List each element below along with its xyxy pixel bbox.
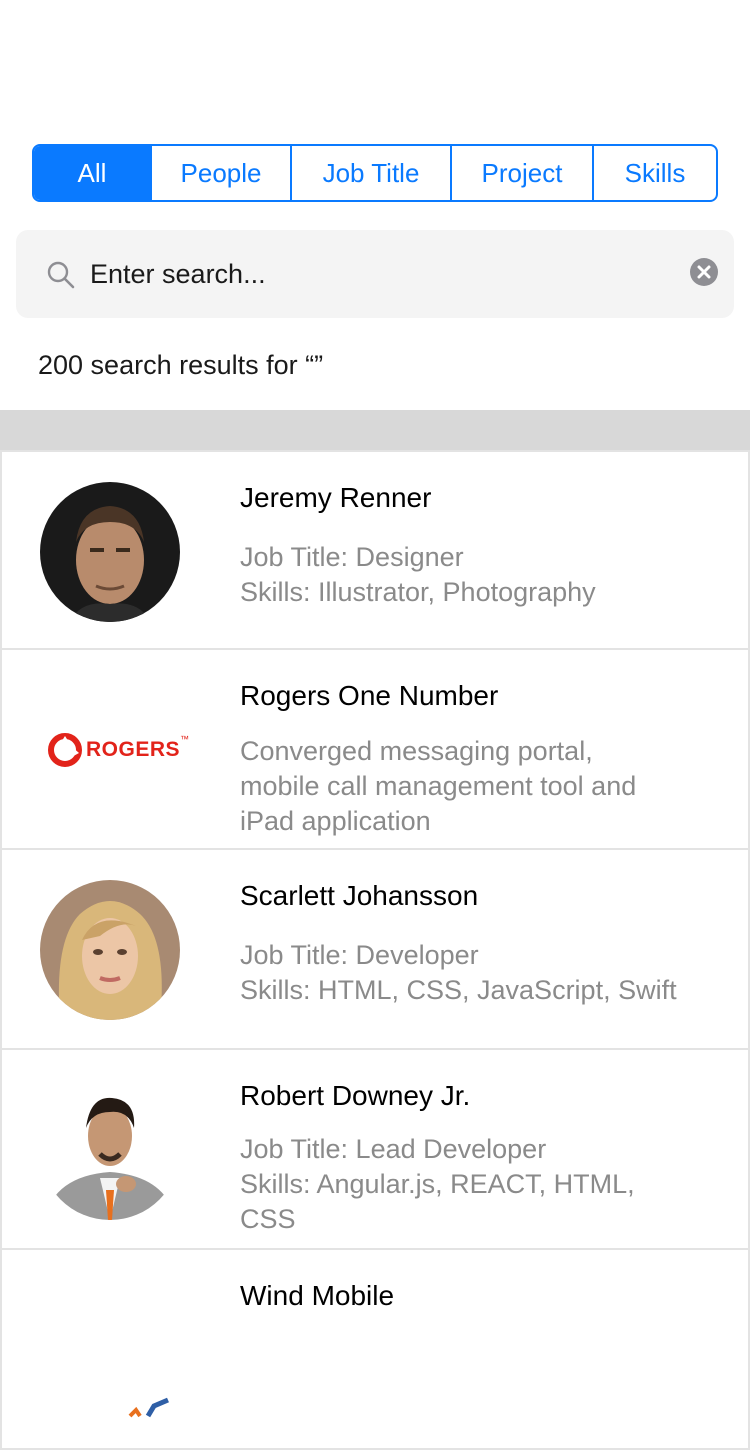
result-title: Robert Downey Jr. xyxy=(240,1080,471,1111)
trademark-mark: ™ xyxy=(180,734,190,744)
list-item[interactable]: Wind Mobile xyxy=(0,1250,750,1450)
avatar xyxy=(40,482,180,622)
result-title: Scarlett Johansson xyxy=(240,880,479,911)
result-details: Job Title: Lead Developer Skills: Angula… xyxy=(240,1134,635,1234)
search-bar xyxy=(16,230,734,318)
list-item[interactable]: Scarlett Johansson Job Title: Developer … xyxy=(0,850,750,1050)
clear-search-icon[interactable] xyxy=(689,257,719,287)
list-item[interactable]: Robert Downey Jr. Job Title: Lead Develo… xyxy=(0,1050,750,1250)
rogers-swirl-icon xyxy=(48,733,82,767)
results-summary: 200 search results for “” xyxy=(38,350,324,380)
rogers-wordmark: ROGERS xyxy=(86,738,181,761)
result-details: Job Title: Designer Skills: Illustrator,… xyxy=(240,542,596,607)
result-title: Jeremy Renner xyxy=(240,482,432,513)
result-details: Job Title: Developer Skills: HTML, CSS, … xyxy=(240,940,677,1005)
avatar xyxy=(40,1080,180,1220)
results-list: Jeremy Renner Job Title: Designer Skills… xyxy=(0,450,750,1450)
result-title: Rogers One Number xyxy=(240,680,499,711)
list-item[interactable]: ROGERS ™ Rogers One Number Converged mes… xyxy=(0,650,750,850)
tab-all[interactable]: All xyxy=(34,146,152,200)
result-title: Wind Mobile xyxy=(240,1280,395,1311)
section-divider xyxy=(0,410,750,450)
tab-project[interactable]: Project xyxy=(452,146,594,200)
list-item[interactable]: Jeremy Renner Job Title: Designer Skills… xyxy=(0,450,750,650)
avatar xyxy=(40,880,180,1020)
filter-segmented-control: All People Job Title Project Skills xyxy=(32,144,718,202)
tab-people[interactable]: People xyxy=(152,146,292,200)
search-input[interactable] xyxy=(90,252,690,296)
tab-skills[interactable]: Skills xyxy=(594,146,716,200)
wind-mobile-logo xyxy=(40,1280,200,1420)
search-icon xyxy=(47,261,75,289)
tab-job-title[interactable]: Job Title xyxy=(292,146,452,200)
result-details: Converged messaging portal, mobile call … xyxy=(240,736,637,836)
rogers-logo: ROGERS ™ xyxy=(40,680,200,820)
